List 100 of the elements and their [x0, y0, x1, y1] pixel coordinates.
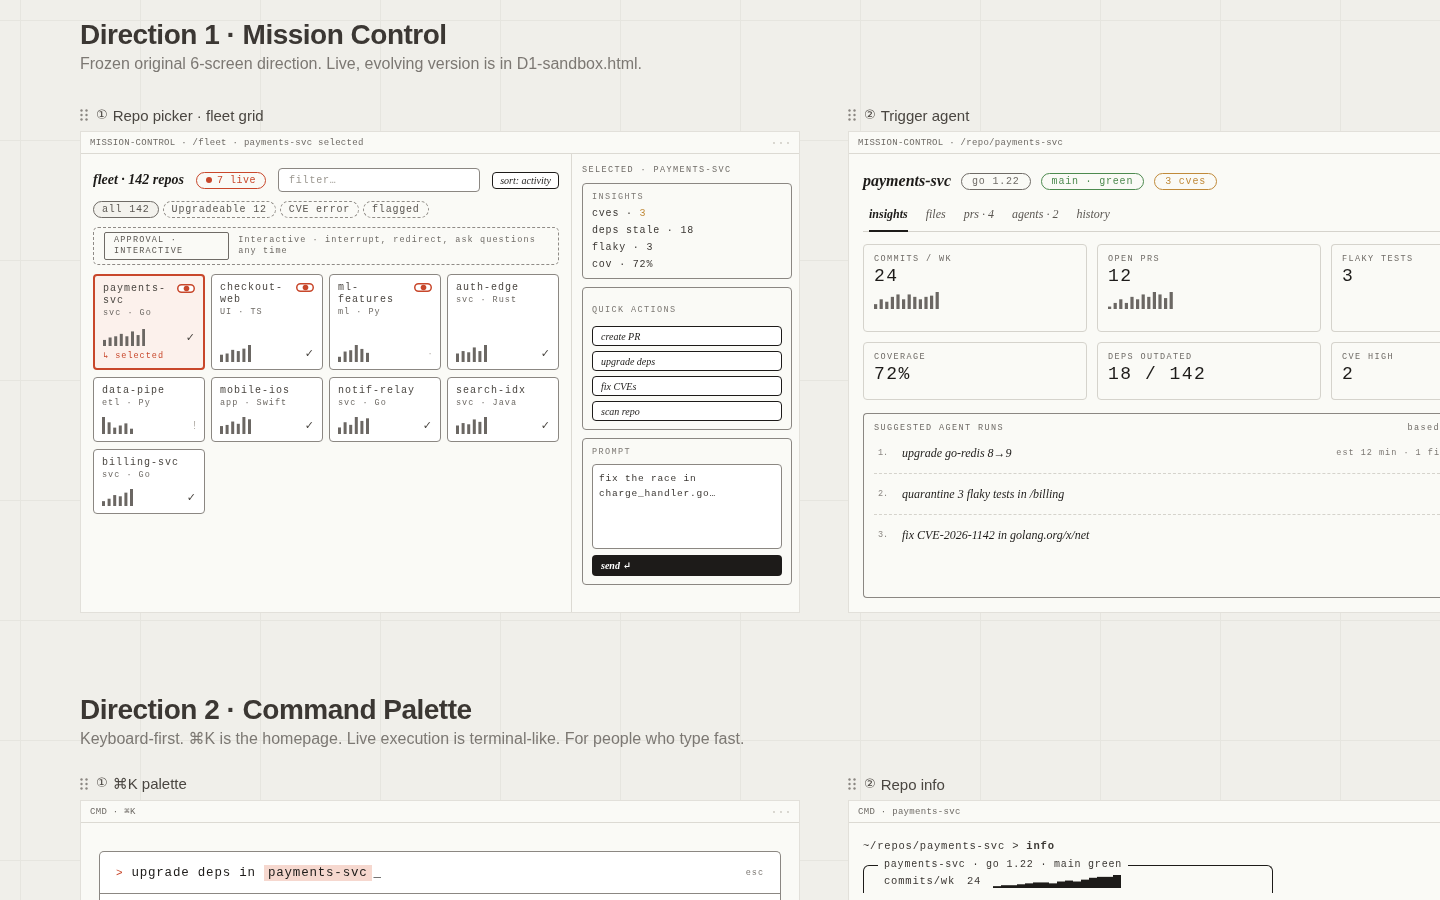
- run-title[interactable]: upgrade go-redis 8→9: [902, 445, 1012, 461]
- repo-status: ✓: [422, 419, 432, 433]
- tab[interactable]: history: [1076, 204, 1110, 232]
- command-field[interactable]: > upgrade deps in payments-svc _ esc: [100, 852, 780, 894]
- filter-chip[interactable]: all 142: [93, 201, 159, 218]
- repo-meta: app · Swift: [220, 398, 288, 409]
- section-subtitle: Keyboard-first. ⌘K is the homepage. Live execution is terminal-like. For people who type fast.: [80, 729, 745, 749]
- repo-title: payments-svc: [863, 172, 951, 190]
- action-button[interactable]: scan repo: [592, 401, 782, 421]
- panel-title: QUICK ACTIONS: [592, 305, 677, 315]
- repo-card[interactable]: notif-relay svc · Go ✓: [329, 377, 441, 442]
- prompt-field[interactable]: fix the race in charge_handler.go…: [592, 464, 782, 549]
- frame-label: ② Trigger agent: [864, 106, 970, 124]
- drag-handle-icon[interactable]: [80, 109, 88, 121]
- sparkline-drawing: [1108, 292, 1173, 309]
- repo-meta: svc · Rust: [456, 295, 517, 306]
- metric-value: 2: [1342, 364, 1355, 384]
- sparkline-drawing: [338, 417, 369, 434]
- insight-row: cov · 72%: [592, 259, 654, 270]
- selected-note: ↳ selected: [103, 350, 165, 361]
- run-estimate: est 12 min · 1 fi: [1336, 448, 1440, 458]
- metric-label: CVE HIGH: [1342, 352, 1394, 362]
- run-number: 1.: [877, 448, 890, 458]
- repo-card[interactable]: billing-svc svc · Go ✓: [93, 449, 205, 514]
- run-number: 2.: [877, 489, 890, 499]
- repo-card[interactable]: search-idx svc · Java ✓: [447, 377, 559, 442]
- breadcrumb: MISSION-CONTROL · /fleet · payments-svc selected: [90, 137, 364, 148]
- drag-handle-icon[interactable]: [80, 778, 88, 790]
- action-button[interactable]: upgrade deps: [592, 351, 782, 371]
- repo-name: mobile-ios: [220, 385, 291, 397]
- approval-badge[interactable]: APPROVAL · INTERACTIVE: [104, 232, 230, 260]
- metric-label: OPEN PRS: [1108, 254, 1160, 264]
- repo-name: data-pipe: [102, 385, 166, 397]
- repo-meta: svc · Go: [338, 398, 387, 409]
- drag-handle-icon[interactable]: [848, 778, 856, 790]
- tab[interactable]: files: [925, 204, 946, 232]
- repo-name: payments-svc: [103, 283, 167, 307]
- repo-name: notif-relay: [338, 385, 416, 397]
- run-title[interactable]: quarantine 3 flaky tests in /billing: [902, 486, 1065, 502]
- breadcrumb: CMD · ⌘K: [90, 806, 136, 817]
- toggle-icon[interactable]: [177, 284, 195, 293]
- repo-card[interactable]: mobile-ios app · Swift ✓: [211, 377, 323, 442]
- metric-value: 72%: [874, 364, 911, 384]
- section-title: Direction 2 · Command Palette: [80, 693, 472, 727]
- repo-card[interactable]: data-pipe etl · Py !: [93, 377, 205, 442]
- repo-name: auth-edge: [456, 282, 520, 294]
- insight-row: deps stale · 18: [592, 225, 695, 236]
- repo-card[interactable]: payments-svc svc · Go ✓ ↳ selected: [93, 274, 205, 370]
- repo-name: checkout-web: [220, 282, 284, 306]
- breadcrumb: MISSION-CONTROL · /repo/payments-svc: [858, 137, 1064, 148]
- repo-meta: etl · Py: [102, 398, 151, 409]
- run-number: 3.: [877, 530, 890, 540]
- sparkline-drawing: [338, 345, 369, 362]
- metric-value: 24: [874, 266, 899, 286]
- section-subtitle: Frozen original 6-screen direction. Live, evolving version is in D1-sandbox.html.: [80, 54, 643, 74]
- toggle-icon[interactable]: [414, 283, 432, 292]
- metric-label: COVERAGE: [874, 352, 926, 362]
- metric-value: 3: [1342, 266, 1355, 286]
- repo-card[interactable]: auth-edge svc · Rust ✓: [447, 274, 559, 370]
- repo-status: ✓: [185, 331, 195, 345]
- sparkline-drawing: [102, 489, 133, 506]
- fleet-title: fleet · 142 repos: [93, 172, 184, 188]
- sort-button[interactable]: sort: activity: [492, 171, 559, 189]
- tab[interactable]: agents · 2: [1012, 204, 1059, 232]
- action-button[interactable]: create PR: [592, 326, 782, 346]
- panel-title: SUGGESTED AGENT RUNS: [874, 423, 1005, 433]
- drag-handle-icon[interactable]: [848, 109, 856, 121]
- metric-value: 18 / 142: [1108, 364, 1207, 384]
- terminal-command: ~/repos/payments-svc > info: [863, 840, 1056, 852]
- approval-description: Interactive · interrupt, redirect, ask questions any time: [238, 235, 537, 257]
- repo-meta: svc · Go: [103, 308, 152, 319]
- send-button[interactable]: send ↵: [592, 555, 782, 576]
- tab[interactable]: insights: [869, 204, 908, 232]
- side-heading: SELECTED · PAYMENTS-SVC: [582, 165, 732, 175]
- frame-label: ① ⌘K palette: [96, 775, 187, 793]
- runs-note: based: [1407, 423, 1440, 433]
- insight-row: cves · 3: [592, 208, 647, 219]
- repo-status: ✓: [304, 347, 314, 361]
- metric-label: DEPS OUTDATED: [1108, 352, 1193, 362]
- frame-label: ② Repo info: [864, 775, 945, 793]
- run-title[interactable]: fix CVE-2026-1142 in golang.org/x/net: [902, 527, 1090, 543]
- sparkline-drawing: [102, 417, 133, 434]
- repo-status: ✓: [540, 347, 550, 361]
- filter-field[interactable]: filter…: [278, 168, 481, 192]
- tab[interactable]: prs · 4: [963, 204, 995, 232]
- repo-meta: svc · Go: [102, 470, 151, 481]
- repo-card[interactable]: checkout-web UI · TS ✓: [211, 274, 323, 370]
- repo-name: search-idx: [456, 385, 527, 397]
- sparkline-drawing: [220, 345, 251, 362]
- insight-row: flaky · 3: [592, 242, 654, 253]
- panel-title: PROMPT: [592, 447, 631, 457]
- section-title: Direction 1 · Mission Control: [80, 18, 447, 52]
- action-button[interactable]: fix CVEs: [592, 376, 782, 396]
- sparkline-drawing: [456, 417, 487, 434]
- repo-card[interactable]: ml-features ml · Py ·: [329, 274, 441, 370]
- repo-meta: svc · Java: [456, 398, 517, 409]
- frame-label: ① Repo picker · fleet grid: [96, 106, 264, 124]
- repo-status: ✓: [304, 419, 314, 433]
- toggle-icon[interactable]: [296, 283, 314, 292]
- panel-title: INSIGHTS: [592, 192, 644, 202]
